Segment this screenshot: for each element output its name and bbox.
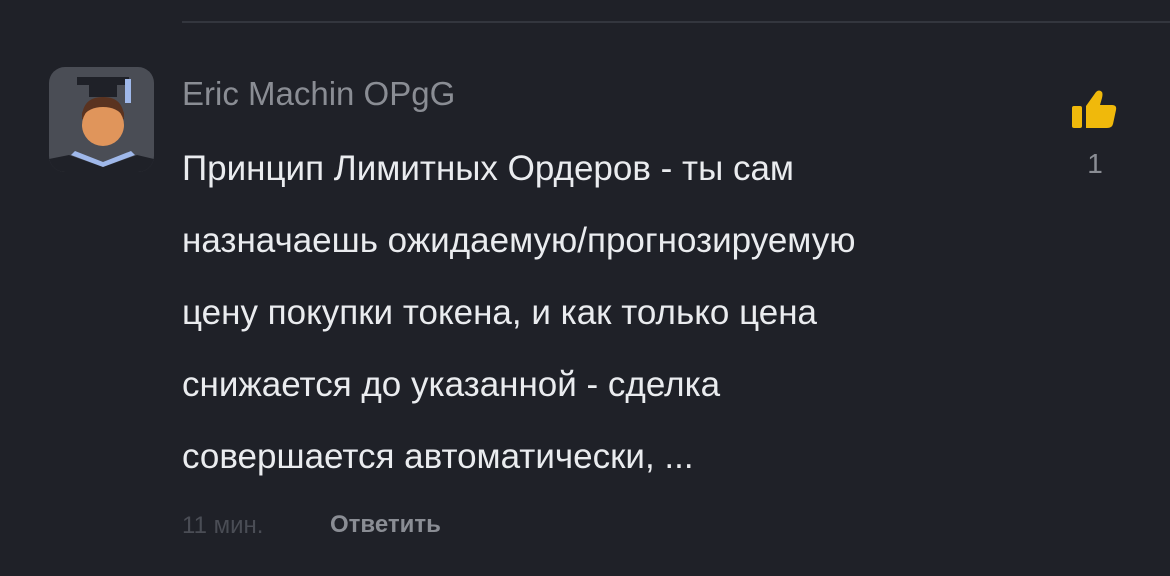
avatar[interactable]	[49, 67, 154, 172]
reply-button[interactable]: Ответить	[330, 508, 441, 542]
comment-timestamp: 11 мин.	[182, 512, 264, 539]
author-name[interactable]: Eric Machin OPgG	[182, 72, 455, 116]
comment-text: Принцип Лимитных Ордеров - ты сам назнач…	[182, 149, 856, 476]
like-count: 1	[1087, 148, 1103, 179]
top-divider	[182, 21, 1170, 23]
graduate-avatar-icon	[49, 77, 154, 172]
like-button[interactable]	[1070, 88, 1120, 132]
thumbs-up-icon	[1072, 90, 1117, 128]
